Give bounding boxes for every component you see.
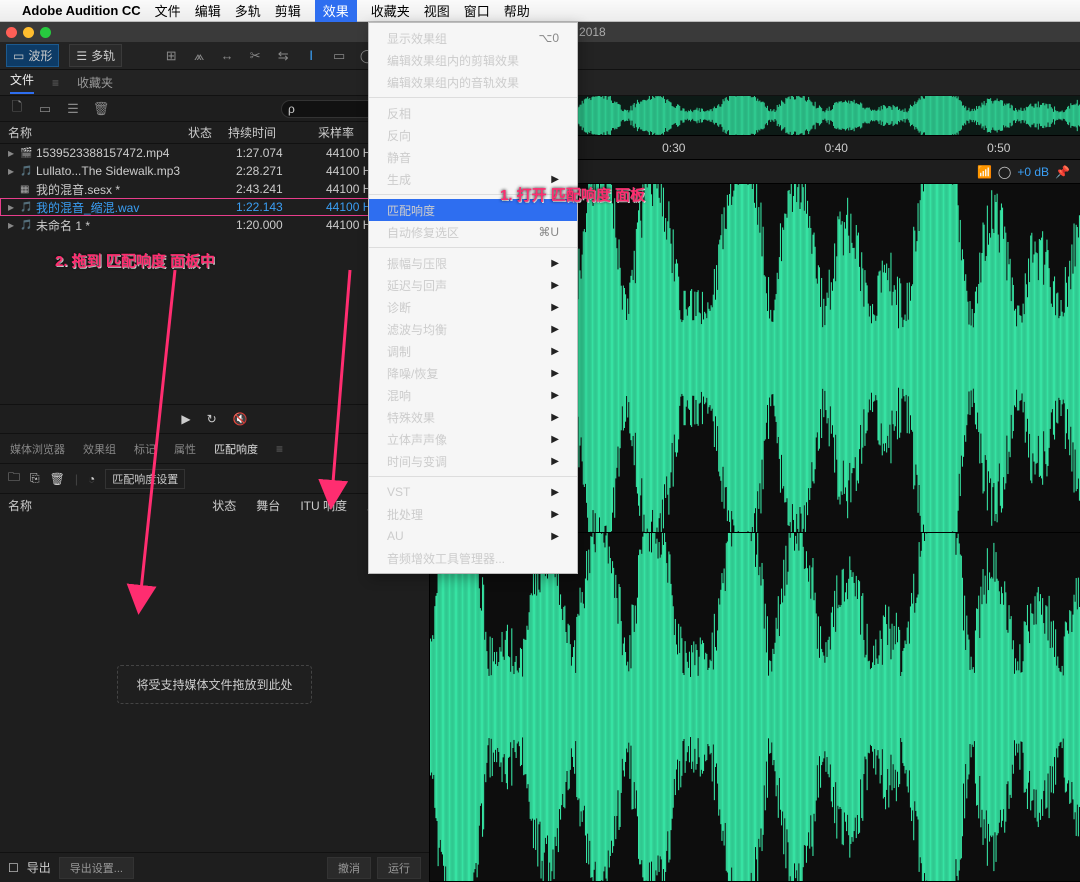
- copy-icon[interactable]: ⎘: [30, 471, 40, 486]
- tool-move-icon[interactable]: ↔: [218, 47, 236, 65]
- menu-item[interactable]: 静音: [369, 146, 577, 168]
- play-icon[interactable]: ▶: [181, 412, 190, 426]
- menu-item[interactable]: 立体声声像▶: [369, 428, 577, 450]
- files-header: 名称 状态 持续时间 采样率: [0, 122, 429, 144]
- loop-icon[interactable]: ↻: [207, 412, 217, 426]
- tool-time-icon[interactable]: Ⅰ: [302, 47, 320, 65]
- annotation-2: 2. 拖到 匹配响度 面板中: [55, 250, 215, 271]
- menu-favorites[interactable]: 收藏夹: [371, 1, 410, 20]
- menu-item: 自动修复选区⌘U: [369, 221, 577, 243]
- mode-waveform[interactable]: ▭波形: [6, 44, 59, 67]
- menu-item[interactable]: 特殊效果▶: [369, 406, 577, 428]
- menu-file[interactable]: 文件: [155, 1, 181, 20]
- menu-view[interactable]: 视图: [424, 1, 450, 20]
- person-icon[interactable]: ◔: [88, 472, 95, 486]
- tab-media-browser[interactable]: 媒体浏览器: [10, 441, 65, 457]
- match-header: 名称 状态 舞台 ITU 响度 总计 RMS: [0, 494, 429, 516]
- menu-item[interactable]: 时间与变调▶: [369, 450, 577, 472]
- files-toolbar: 🗋 ▭ ☰ 🗑 ρ: [0, 96, 429, 122]
- menu-item[interactable]: 反向: [369, 124, 577, 146]
- match-bottom-bar: ☐ 导出 导出设置... 撤消 运行: [0, 852, 429, 882]
- undo-button[interactable]: 撤消: [327, 857, 371, 879]
- trash-icon[interactable]: 🗑: [92, 100, 110, 118]
- tool-slip-icon[interactable]: ⇆: [274, 47, 292, 65]
- match-toolbar: 🗀 ⎘ 🗑 | ◔ 匹配响度设置: [0, 464, 429, 494]
- app-name: Adobe Audition CC: [22, 3, 141, 18]
- menu-item: 编辑效果组内的剪辑效果: [369, 49, 577, 71]
- files-panel-tabs: 文件 ≡ 收藏夹: [0, 70, 429, 96]
- db-value[interactable]: +0 dB: [1017, 165, 1049, 179]
- knob-icon[interactable]: ◯: [998, 165, 1011, 179]
- file-row[interactable]: ▸🎬1539523388157472.mp41:27.07444100 Hz: [0, 144, 429, 162]
- volume-icon[interactable]: 📶: [977, 165, 992, 179]
- tool-hud-icon[interactable]: ⊞: [162, 47, 180, 65]
- close-icon[interactable]: [6, 27, 17, 38]
- tab-markers[interactable]: 标记: [134, 441, 156, 457]
- annotation-1: 1. 打开 匹配响度 面板: [500, 184, 645, 205]
- tool-spectral-icon[interactable]: ⩕: [190, 47, 208, 65]
- tab-effects-rack[interactable]: 效果组: [83, 441, 116, 457]
- file-row[interactable]: ▦我的混音.sesx *2:43.24144100 Hz: [0, 180, 429, 198]
- menu-help[interactable]: 帮助: [504, 1, 530, 20]
- mac-menubar: Adobe Audition CC 文件 编辑 多轨 剪辑 效果 收藏夹 视图 …: [0, 0, 1080, 22]
- menu-edit[interactable]: 编辑: [195, 1, 221, 20]
- minimize-icon[interactable]: [23, 27, 34, 38]
- menu-multitrack[interactable]: 多轨: [235, 1, 261, 20]
- maximize-icon[interactable]: [40, 27, 51, 38]
- menu-item: 编辑效果组内的音轨效果: [369, 71, 577, 93]
- file-row[interactable]: ▸🎵Lullato...The Sidewalk.mp32:28.2714410…: [0, 162, 429, 180]
- tab-favorites[interactable]: 收藏夹: [77, 74, 113, 91]
- menu-effects[interactable]: 效果: [315, 0, 357, 22]
- file-row[interactable]: ▸🎵未命名 1 *1:20.00044100 Hz: [0, 216, 429, 234]
- match-settings-button[interactable]: 匹配响度设置: [105, 469, 185, 489]
- new-file-icon[interactable]: ▭: [36, 100, 54, 118]
- tab-properties[interactable]: 属性: [174, 441, 196, 457]
- file-row[interactable]: ▸🎵我的混音_缩混.wav1:22.14344100 Hz: [0, 198, 429, 216]
- pin-icon[interactable]: 📌: [1055, 165, 1070, 179]
- menu-item[interactable]: 混响▶: [369, 384, 577, 406]
- tool-razor-icon[interactable]: ✂: [246, 47, 264, 65]
- run-button[interactable]: 运行: [377, 857, 421, 879]
- export-settings-button[interactable]: 导出设置...: [59, 857, 134, 879]
- tab-match-loudness[interactable]: 匹配响度: [214, 441, 258, 457]
- mute-icon[interactable]: 🔇: [233, 412, 248, 426]
- menu-item[interactable]: 批处理▶: [369, 503, 577, 525]
- file-list: ▸🎬1539523388157472.mp41:27.07444100 Hz▸🎵…: [0, 144, 429, 244]
- menu-item[interactable]: 音频增效工具管理器...: [369, 547, 577, 569]
- menu-item[interactable]: 滤波与均衡▶: [369, 318, 577, 340]
- new-multitrack-icon[interactable]: ☰: [64, 100, 82, 118]
- export-checkbox[interactable]: ☐: [8, 861, 19, 875]
- menu-item[interactable]: VST▶: [369, 481, 577, 503]
- menu-item[interactable]: 显示效果组⌥0: [369, 27, 577, 49]
- menu-item[interactable]: 延迟与回声▶: [369, 274, 577, 296]
- lower-tabs: 媒体浏览器 效果组 标记 属性 匹配响度 ≡: [0, 434, 429, 464]
- menu-item[interactable]: 诊断▶: [369, 296, 577, 318]
- folder-icon[interactable]: 🗀: [8, 468, 20, 489]
- menu-item[interactable]: 振幅与压限▶: [369, 252, 577, 274]
- left-panel: 文件 ≡ 收藏夹 🗋 ▭ ☰ 🗑 ρ 名称 状态 持续时间 采样率 ▸🎬1539…: [0, 70, 430, 882]
- menu-item[interactable]: 调制▶: [369, 340, 577, 362]
- match-dropzone[interactable]: 将受支持媒体文件拖放到此处: [0, 516, 429, 852]
- menu-item[interactable]: AU▶: [369, 525, 577, 547]
- tab-files[interactable]: 文件: [10, 71, 34, 94]
- tool-marquee-icon[interactable]: ▭: [330, 47, 348, 65]
- mode-multitrack[interactable]: ☰多轨: [69, 44, 122, 67]
- menu-window[interactable]: 窗口: [464, 1, 490, 20]
- open-file-icon[interactable]: 🗋: [8, 100, 26, 118]
- trash-icon[interactable]: 🗑: [50, 472, 65, 486]
- menu-clip[interactable]: 剪辑: [275, 1, 301, 20]
- effects-menu: 显示效果组⌥0编辑效果组内的剪辑效果编辑效果组内的音轨效果反相反向静音生成▶匹配…: [368, 22, 578, 574]
- transport-bar: ▶ ↻ 🔇: [0, 404, 429, 434]
- dropzone-label: 将受支持媒体文件拖放到此处: [117, 665, 311, 704]
- menu-item[interactable]: 降噪/恢复▶: [369, 362, 577, 384]
- menu-item[interactable]: 反相: [369, 102, 577, 124]
